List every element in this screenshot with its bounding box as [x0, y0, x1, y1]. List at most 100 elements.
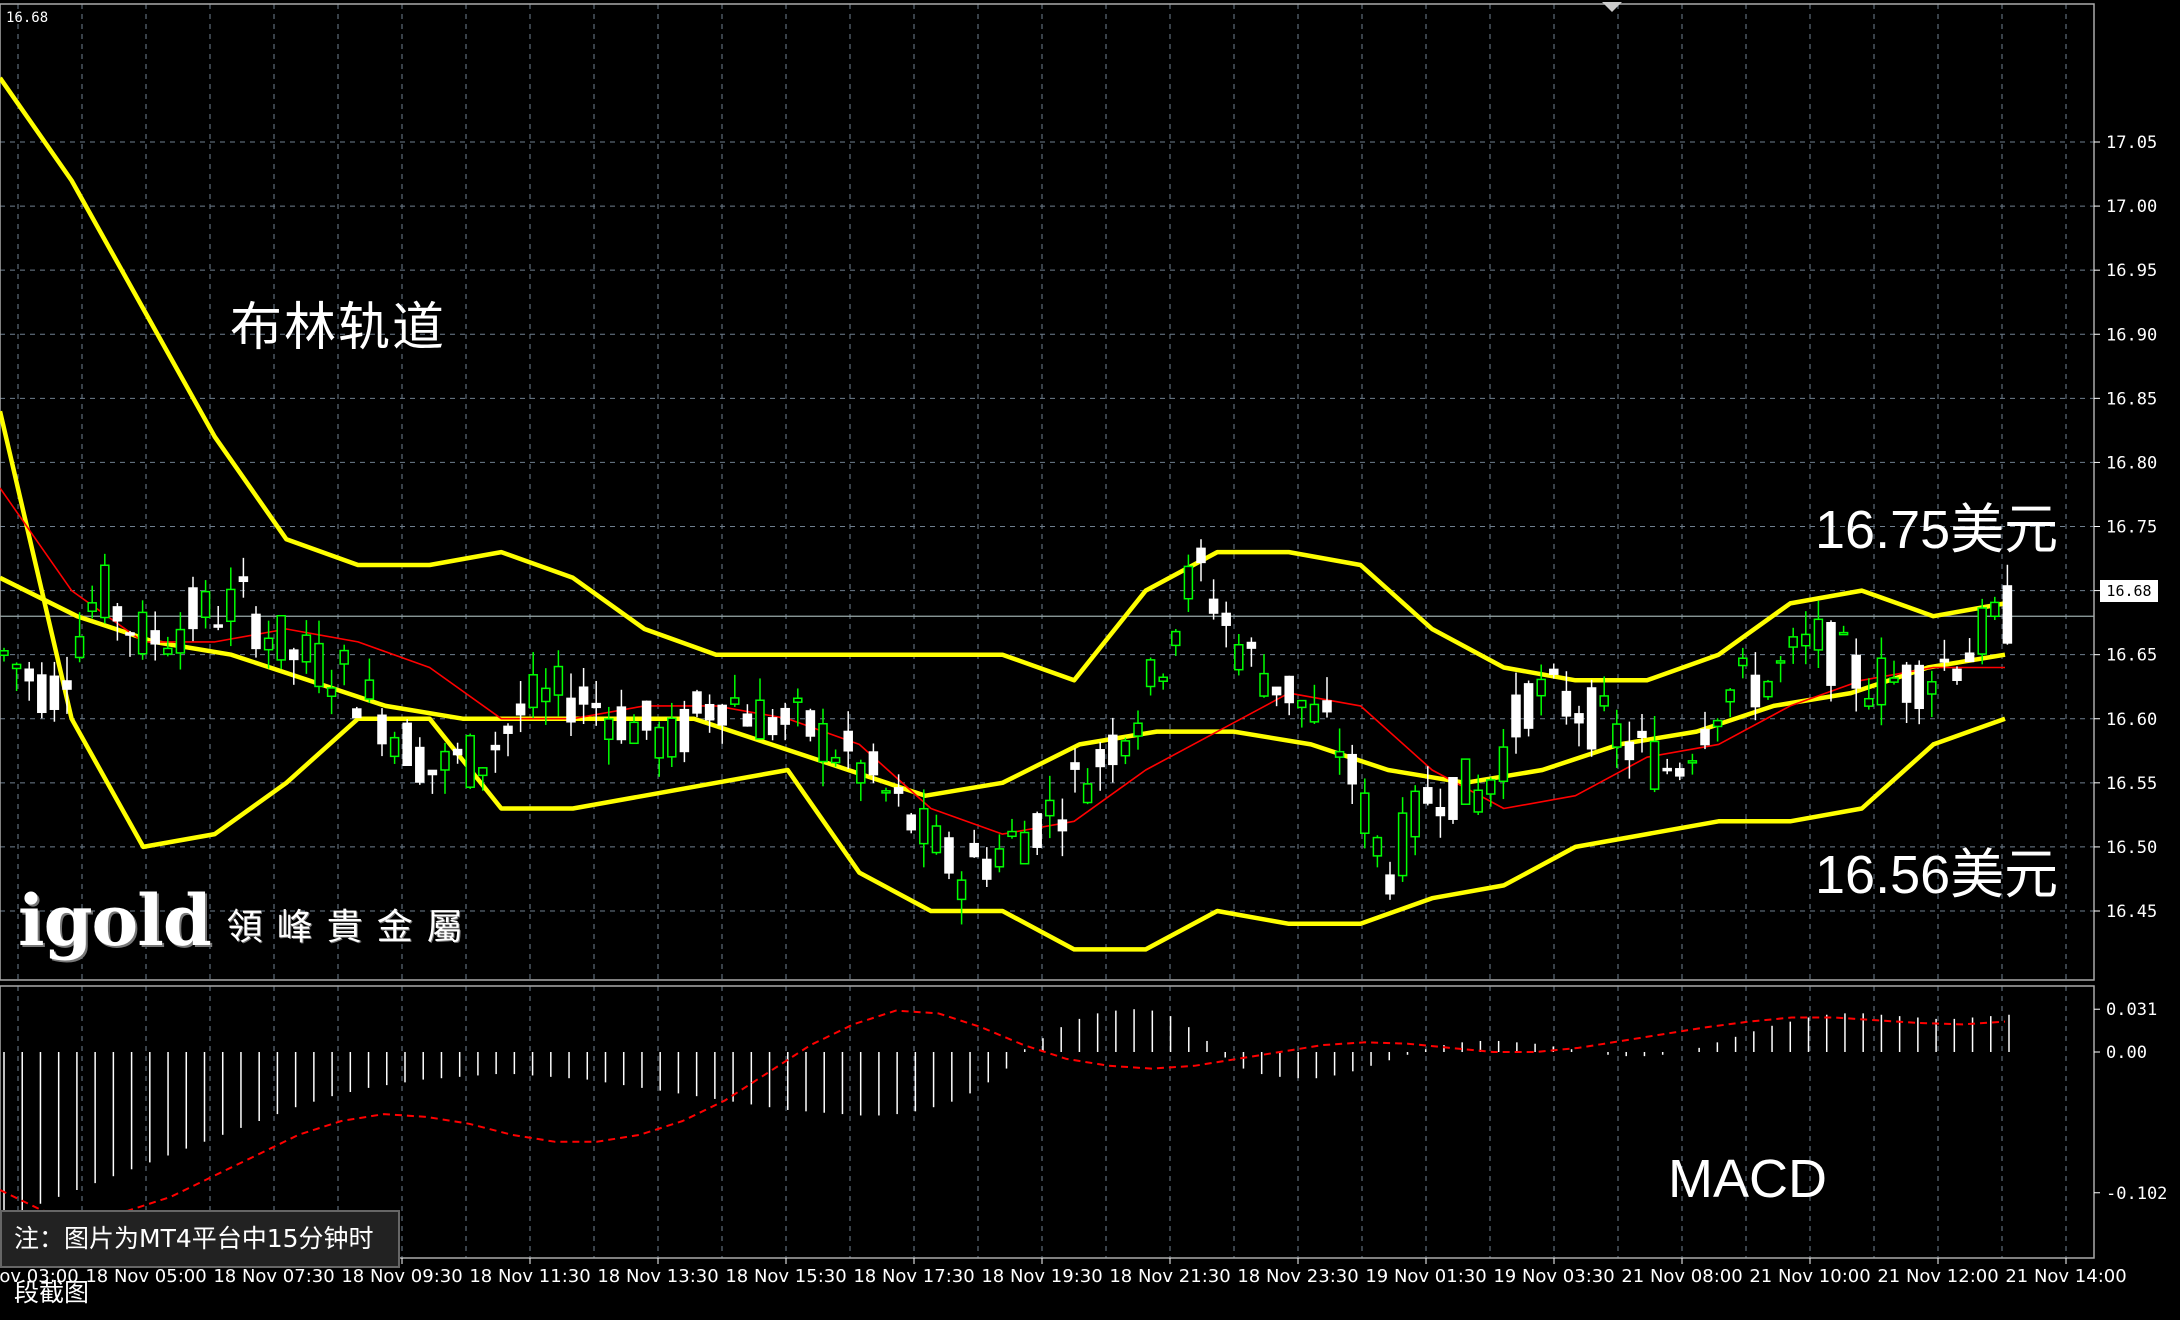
- candle-body: [1145, 659, 1156, 688]
- candle-body: [1196, 547, 1206, 564]
- x-tick-label: 21 Nov 10:00: [1749, 1266, 1870, 1287]
- candle-body: [931, 825, 942, 854]
- candle-body: [402, 722, 412, 766]
- candle-body: [1410, 790, 1420, 838]
- candle-body: [679, 708, 690, 753]
- candle-body: [767, 717, 778, 736]
- candle-body: [213, 624, 223, 628]
- y-tick-label: 16.55: [2106, 774, 2157, 794]
- candle-body: [604, 718, 614, 741]
- candle-body: [1032, 813, 1042, 848]
- candle-body: [1498, 746, 1509, 783]
- candle-body: [1007, 830, 1017, 838]
- candle-body: [1649, 740, 1660, 790]
- candle-body: [818, 722, 828, 763]
- candle-body: [893, 787, 904, 794]
- candle-body: [301, 634, 312, 663]
- candle-body: [1297, 699, 1307, 709]
- candle-body: [1183, 565, 1194, 600]
- candle-body: [1095, 749, 1105, 768]
- y-tick-label: 16.85: [2106, 389, 2157, 409]
- x-tick-label: 19 Nov 03:30: [1493, 1266, 1614, 1287]
- candle-body: [1460, 758, 1471, 805]
- candle-body: [226, 588, 236, 623]
- candle-body: [1423, 787, 1433, 804]
- logo-chinese: 領峰貴金屬: [226, 907, 477, 948]
- candle-body: [956, 879, 967, 901]
- candle-body: [37, 674, 47, 714]
- candle-body: [906, 814, 916, 831]
- upper-level-label: 16.75美元: [1815, 500, 2059, 560]
- candle-body: [2002, 585, 2013, 644]
- candle-body: [440, 750, 450, 771]
- candle-body: [1914, 664, 1924, 710]
- candle-body: [1952, 668, 1962, 681]
- candle-body: [1045, 799, 1055, 817]
- candle-body: [1511, 694, 1521, 738]
- candle-body: [1612, 723, 1622, 748]
- candle-body: [1864, 697, 1874, 707]
- candle-body: [163, 647, 173, 655]
- macd-y-tick-label: 0.031: [2106, 1000, 2157, 1020]
- candle-body: [1019, 831, 1030, 865]
- candle-body: [1599, 695, 1609, 707]
- candle-body: [1775, 660, 1786, 664]
- candle-body: [1964, 652, 1975, 663]
- macd-y-tick-label: -0.102: [2106, 1184, 2167, 1204]
- candle-body: [1788, 636, 1798, 648]
- candle-body: [1549, 668, 1559, 675]
- candle-body: [1246, 641, 1257, 649]
- candle-body: [667, 717, 677, 758]
- candle-body: [591, 702, 601, 709]
- candle-body: [1939, 658, 1950, 663]
- candle-body: [616, 706, 627, 741]
- candle-body: [1826, 622, 1836, 686]
- candle-body: [1586, 687, 1597, 750]
- candle-body: [1851, 654, 1861, 689]
- candle-body: [1536, 678, 1546, 697]
- corner-price: 16.68: [6, 10, 48, 26]
- lower-level-label: 16.56美元: [1815, 845, 2059, 905]
- candle-body: [364, 679, 375, 700]
- x-tick-label: 18 Nov 13:30: [597, 1266, 718, 1287]
- candle-body: [1234, 643, 1244, 671]
- candle-body: [1108, 734, 1118, 766]
- candle-body: [1901, 664, 1912, 703]
- candle-body: [1977, 607, 1987, 655]
- candle-body: [1322, 700, 1332, 713]
- candle-body: [830, 756, 841, 764]
- candle-body: [755, 699, 765, 740]
- x-tick-label: 21 Nov 14:00: [2005, 1266, 2126, 1287]
- y-tick-label: 16.95: [2106, 261, 2157, 281]
- candle-body: [339, 649, 349, 665]
- candle-body: [1208, 598, 1219, 614]
- candle-body: [0, 650, 9, 657]
- candle-body: [982, 858, 992, 880]
- candle-body: [1675, 768, 1685, 777]
- candle-body: [1738, 657, 1748, 667]
- x-tick-label: 21 Nov 08:00: [1621, 1266, 1742, 1287]
- candle-body: [629, 721, 639, 745]
- candle-body: [704, 703, 715, 721]
- candle-body: [1523, 683, 1534, 729]
- candle-body: [919, 807, 929, 845]
- candle-body: [843, 730, 853, 752]
- y-tick-label: 16.75: [2106, 518, 2157, 538]
- candle-body: [868, 751, 879, 776]
- candle-body: [692, 691, 702, 714]
- candle-body: [541, 687, 551, 703]
- candle-body: [742, 713, 753, 727]
- candle-body: [1637, 730, 1647, 738]
- candle-body: [515, 703, 526, 716]
- candle-body: [11, 663, 22, 670]
- candle-body: [24, 668, 34, 682]
- candle-body: [1057, 819, 1068, 832]
- candle-body: [415, 746, 425, 783]
- candle-body: [1801, 633, 1811, 647]
- candle-body: [74, 635, 85, 659]
- candle-body: [1082, 783, 1093, 804]
- candle-body: [1171, 630, 1181, 647]
- x-tick-label: 18 Nov 09:30: [341, 1266, 462, 1287]
- candle-body: [188, 587, 198, 630]
- candle-body: [1309, 703, 1320, 723]
